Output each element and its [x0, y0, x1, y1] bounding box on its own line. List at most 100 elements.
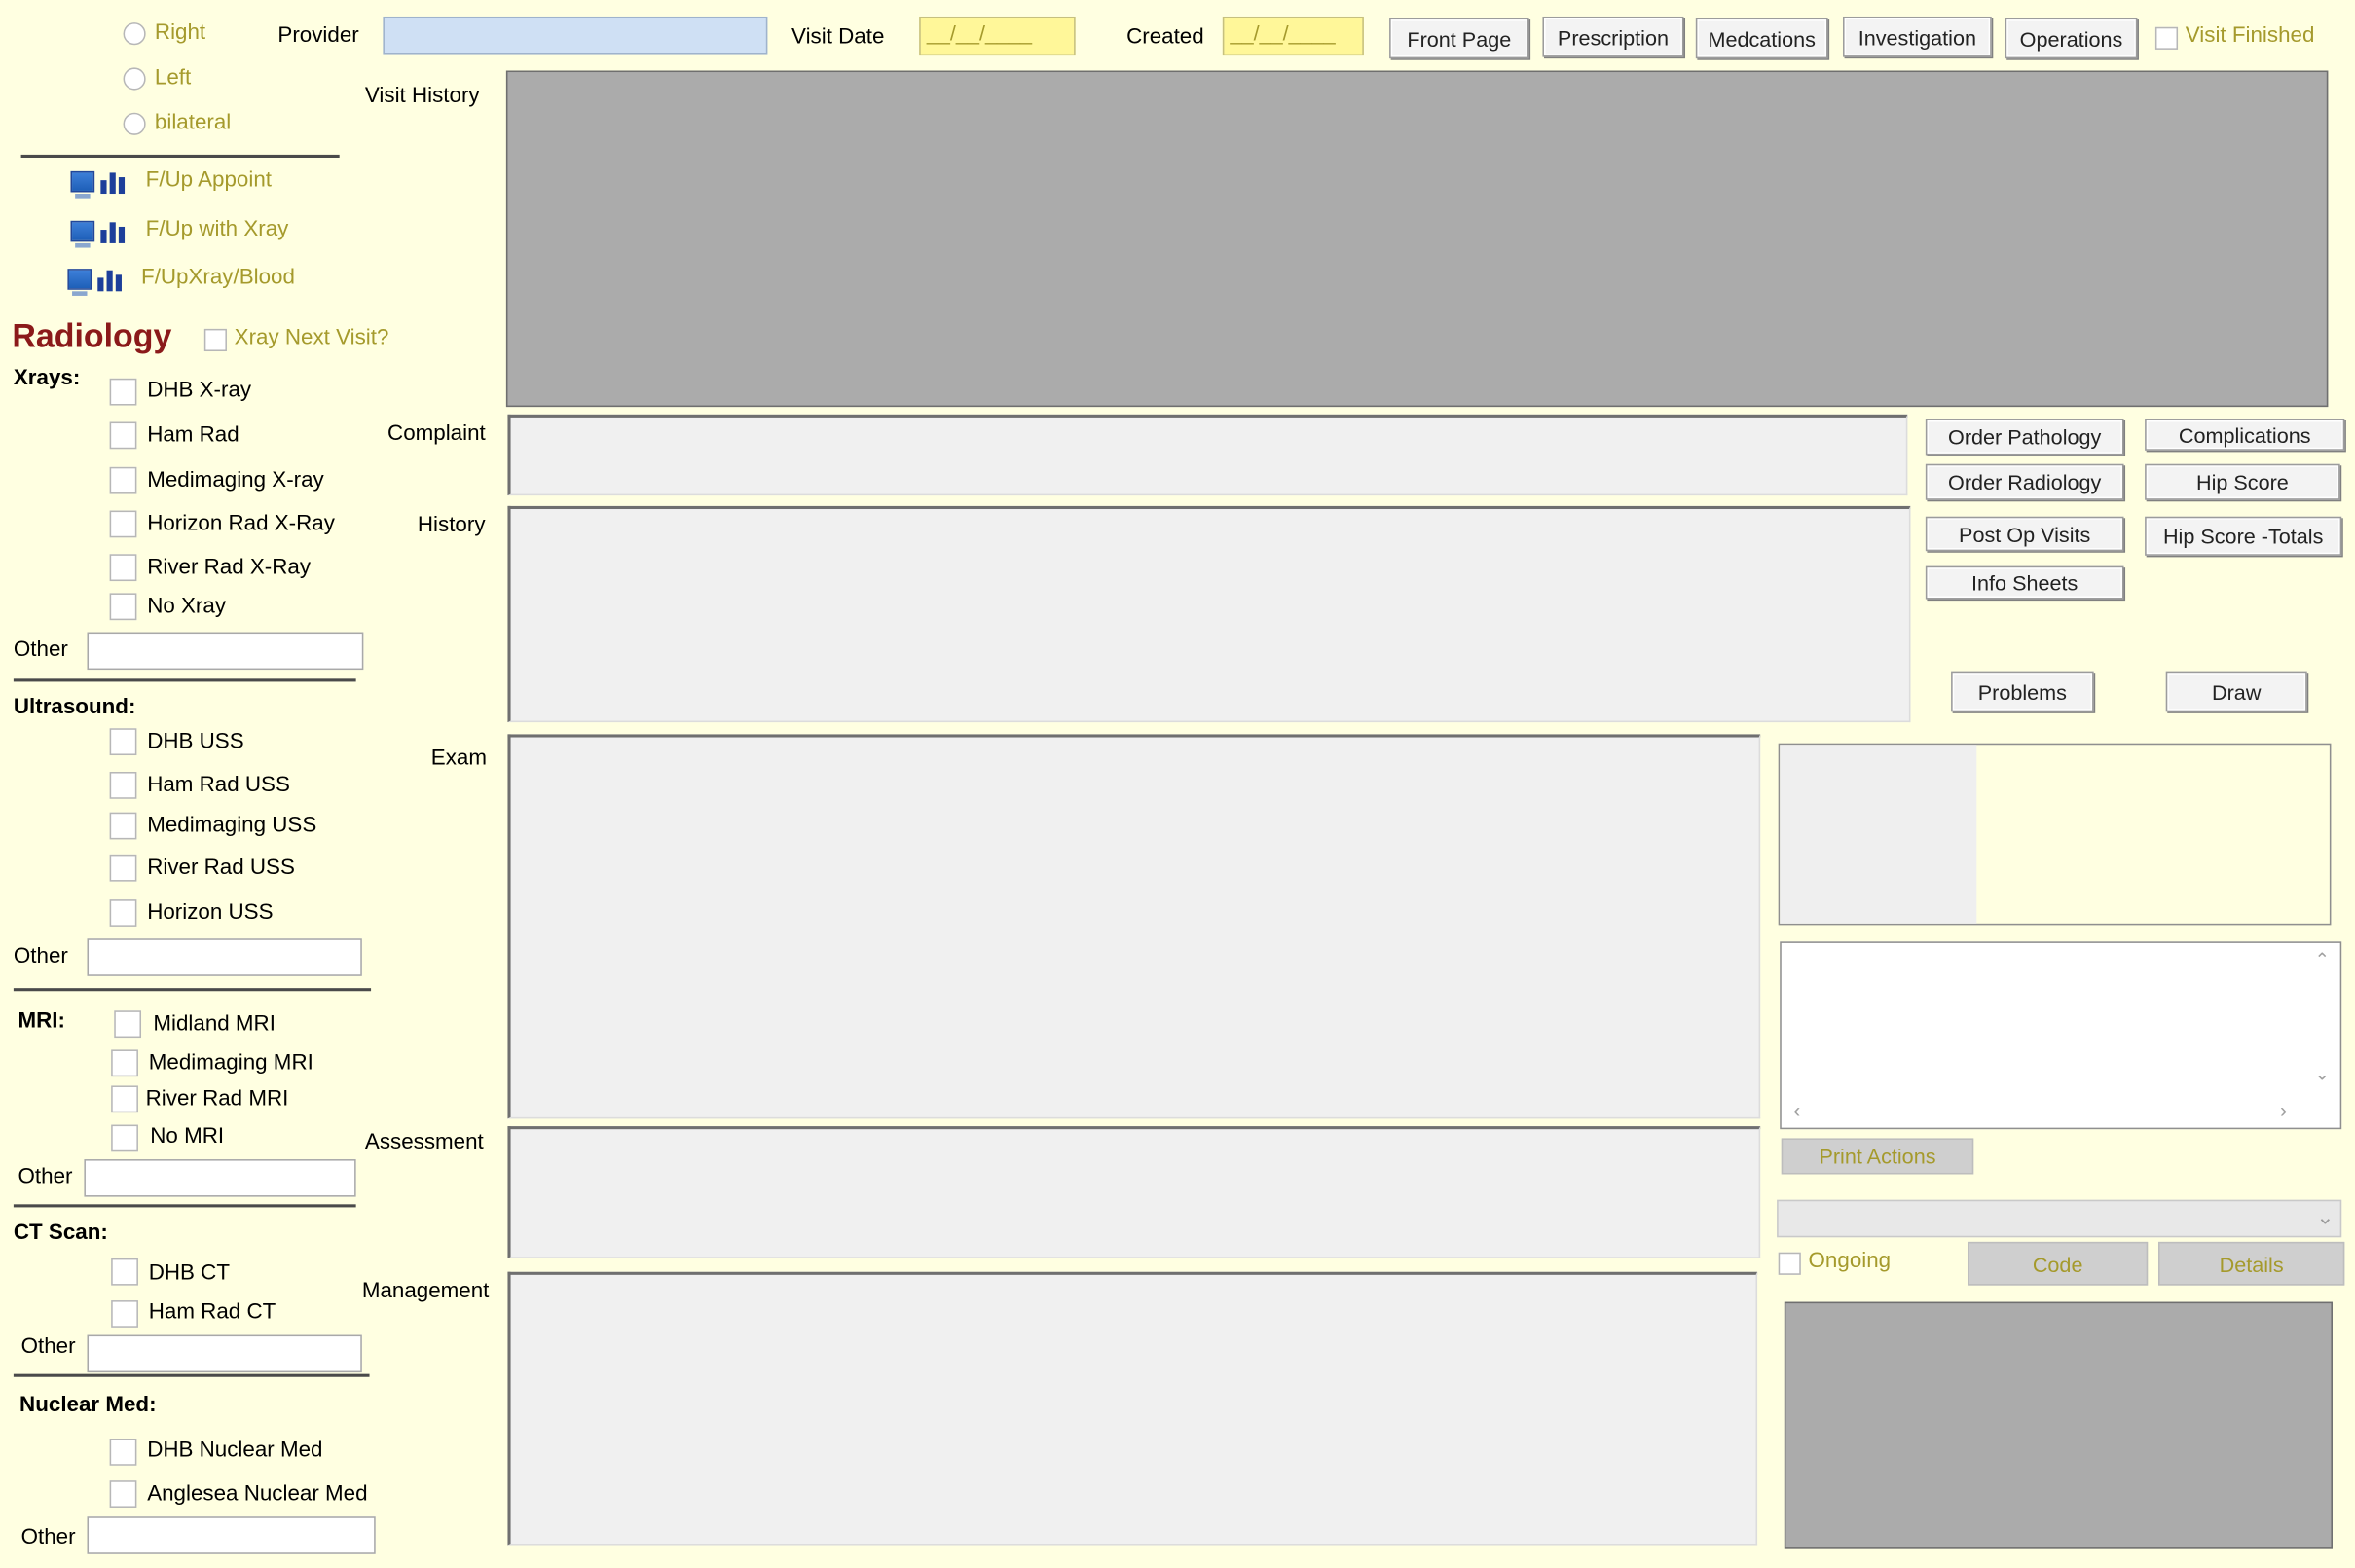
- problems-grid[interactable]: [1784, 1301, 2333, 1549]
- label-anglesea-nuclear: Anglesea Nuclear Med: [147, 1481, 368, 1507]
- visit-history-grid[interactable]: [505, 70, 2329, 408]
- radio-right[interactable]: [123, 22, 146, 46]
- label-ham-rad: Ham Rad: [147, 423, 239, 448]
- radiology-title: Radiology: [12, 316, 172, 355]
- scroll-right-icon[interactable]: ›: [2280, 1098, 2287, 1122]
- complications-button[interactable]: Complications: [2145, 419, 2345, 451]
- mri-other-input[interactable]: [84, 1159, 356, 1197]
- provider-field[interactable]: [383, 16, 768, 55]
- checkbox-anglesea-nuclear[interactable]: [109, 1480, 137, 1508]
- scroll-down-icon[interactable]: ⌄: [2314, 1063, 2330, 1084]
- nuclear-other-label: Other: [20, 1525, 76, 1550]
- label-horizon-xray: Horizon Rad X-Ray: [147, 512, 335, 536]
- label-ham-rad-uss: Ham Rad USS: [147, 773, 290, 798]
- computer-icon: [67, 269, 92, 296]
- post-op-visits-button[interactable]: Post Op Visits: [1925, 516, 2124, 552]
- checkbox-dhb-xray[interactable]: [109, 378, 137, 406]
- label-dhb-nuclear: DHB Nuclear Med: [147, 1439, 323, 1463]
- label-river-uss: River Rad USS: [147, 856, 295, 881]
- label-dhb-uss: DHB USS: [147, 729, 244, 754]
- investigation-button[interactable]: Investigation: [1843, 16, 1992, 57]
- visit-history-label: Visit History: [364, 84, 480, 109]
- checkbox-horizon-uss[interactable]: [109, 899, 137, 927]
- bar-chart-icon: [100, 169, 128, 195]
- ct-other-input[interactable]: [87, 1334, 362, 1373]
- label-midland-mri: Midland MRI: [153, 1011, 276, 1037]
- code-button[interactable]: Code: [1968, 1241, 2149, 1286]
- xray-next-visit-checkbox[interactable]: [203, 328, 227, 352]
- checkbox-no-xray[interactable]: [109, 593, 137, 621]
- checkbox-river-uss[interactable]: [109, 854, 137, 882]
- xray-other-input[interactable]: [87, 632, 364, 671]
- vertical-scrollbar[interactable]: ⌃ ⌄: [2309, 945, 2337, 1094]
- label-dhb-ct: DHB CT: [148, 1260, 231, 1286]
- operations-button[interactable]: Operations: [2005, 18, 2138, 59]
- label-ham-rad-ct: Ham Rad CT: [148, 1300, 276, 1325]
- checkbox-dhb-uss[interactable]: [109, 728, 137, 756]
- nuclear-other-input[interactable]: [87, 1516, 376, 1554]
- hip-score-button[interactable]: Hip Score: [2145, 463, 2340, 500]
- front-page-button[interactable]: Front Page: [1389, 18, 1529, 59]
- checkbox-river-xray[interactable]: [109, 554, 137, 582]
- drawing-panel[interactable]: [1778, 743, 2332, 926]
- draw-button[interactable]: Draw: [2165, 671, 2307, 712]
- scroll-up-icon[interactable]: ⌃: [2314, 949, 2330, 970]
- actions-list[interactable]: ⌃ ⌄ ‹ ›: [1780, 941, 2342, 1130]
- computer-icon: [70, 170, 95, 199]
- visit-finished-label: Visit Finished: [2185, 23, 2315, 49]
- problems-button[interactable]: Problems: [1951, 671, 2094, 712]
- visit-date-field[interactable]: __/__/____: [919, 16, 1076, 56]
- horizontal-scrollbar[interactable]: ‹ ›: [1784, 1097, 2304, 1125]
- assessment-textarea[interactable]: [507, 1126, 1761, 1258]
- checkbox-no-mri[interactable]: [111, 1124, 138, 1152]
- radio-left[interactable]: [123, 67, 146, 91]
- radio-right-label: Right: [154, 20, 206, 46]
- problem-combo[interactable]: ⌄: [1777, 1199, 2342, 1238]
- medications-button[interactable]: Medcations: [1695, 18, 1828, 59]
- bar-chart-icon: [97, 268, 125, 292]
- ongoing-checkbox[interactable]: [1778, 1252, 1801, 1275]
- checkbox-dhb-ct[interactable]: [111, 1258, 138, 1286]
- visit-finished-checkbox[interactable]: [2154, 26, 2179, 50]
- divider: [13, 1204, 356, 1208]
- xray-other-label: Other: [13, 638, 68, 663]
- checkbox-ham-rad[interactable]: [109, 421, 137, 450]
- label-horizon-uss: Horizon USS: [147, 900, 274, 926]
- checkbox-ham-rad-uss[interactable]: [109, 771, 137, 799]
- order-radiology-button[interactable]: Order Radiology: [1925, 463, 2124, 500]
- checkbox-river-mri[interactable]: [111, 1085, 138, 1113]
- followup-xray-link[interactable]: F/Up with Xray: [146, 218, 289, 242]
- hip-score-totals-button[interactable]: Hip Score -Totals: [2145, 516, 2342, 556]
- radio-left-label: Left: [154, 65, 192, 91]
- scroll-left-icon[interactable]: ‹: [1793, 1098, 1800, 1122]
- print-actions-button[interactable]: Print Actions: [1781, 1138, 1974, 1175]
- complaint-textarea[interactable]: [507, 414, 1908, 496]
- checkbox-midland-mri[interactable]: [114, 1010, 142, 1039]
- checkbox-horizon-xray[interactable]: [109, 510, 137, 538]
- xray-next-visit-label: Xray Next Visit?: [234, 325, 389, 350]
- followup-xray-blood-link[interactable]: F/UpXray/Blood: [141, 266, 295, 290]
- management-textarea[interactable]: [507, 1271, 1758, 1546]
- xrays-heading: Xrays:: [13, 366, 81, 391]
- uss-other-input[interactable]: [87, 938, 362, 976]
- checkbox-medimaging-xray[interactable]: [109, 466, 137, 494]
- info-sheets-button[interactable]: Info Sheets: [1925, 565, 2124, 600]
- bar-chart-icon: [100, 219, 128, 243]
- order-pathology-button[interactable]: Order Pathology: [1925, 419, 2124, 456]
- history-textarea[interactable]: [507, 505, 1911, 723]
- chevron-down-icon[interactable]: ⌄: [2316, 1204, 2334, 1229]
- checkbox-medimaging-mri[interactable]: [111, 1049, 138, 1077]
- checkbox-ham-rad-ct[interactable]: [111, 1300, 138, 1328]
- radio-bilateral[interactable]: [123, 112, 146, 135]
- checkbox-medimaging-uss[interactable]: [109, 812, 137, 840]
- label-medimaging-mri: Medimaging MRI: [148, 1050, 313, 1076]
- provider-label: Provider: [277, 23, 359, 49]
- followup-appoint-link[interactable]: F/Up Appoint: [146, 168, 272, 193]
- details-button[interactable]: Details: [2158, 1241, 2345, 1286]
- ongoing-label: Ongoing: [1808, 1249, 1892, 1274]
- label-no-xray: No Xray: [147, 594, 227, 619]
- checkbox-dhb-nuclear[interactable]: [109, 1439, 137, 1466]
- prescription-button[interactable]: Prescription: [1542, 16, 1684, 57]
- exam-textarea[interactable]: [507, 734, 1761, 1119]
- created-date-field[interactable]: __/__/____: [1222, 16, 1364, 56]
